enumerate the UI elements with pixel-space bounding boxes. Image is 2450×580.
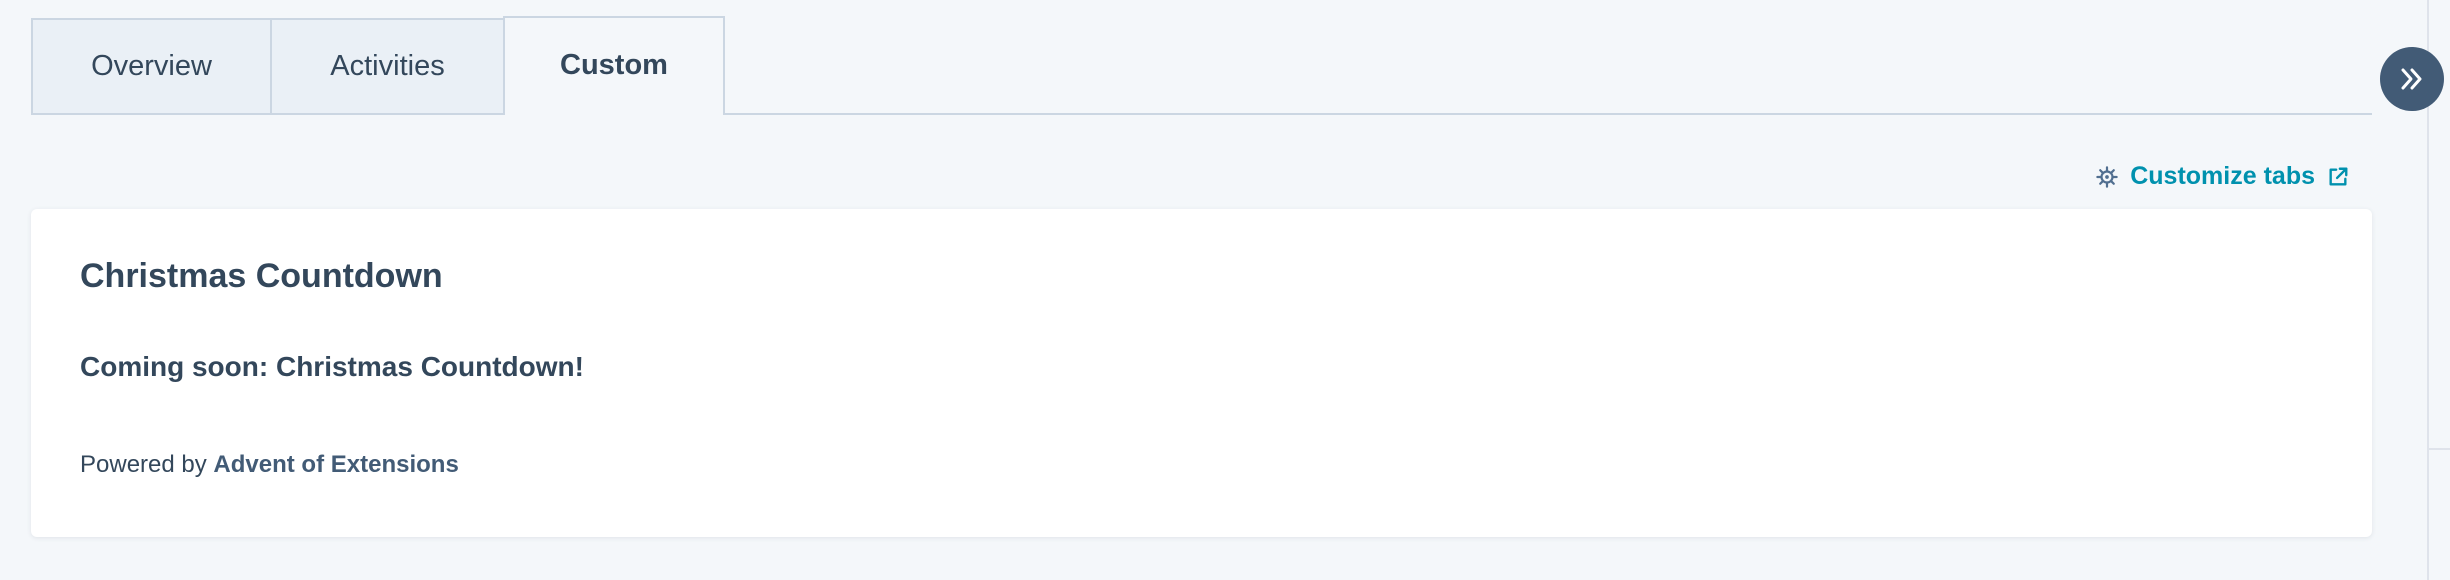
tab-overview-label: Overview [91, 50, 212, 82]
tab-activities-label: Activities [330, 50, 445, 82]
external-link-icon [2329, 167, 2348, 186]
gear-icon [2096, 165, 2118, 188]
sidebar-divider-horizontal [2429, 448, 2450, 450]
tab-underline [723, 113, 2372, 115]
custom-tab-card: Christmas Countdown Coming soon: Christm… [31, 209, 2372, 537]
tab-custom[interactable]: Custom [503, 16, 725, 115]
card-message: Coming soon: Christmas Countdown! [80, 351, 584, 382]
tab-overview[interactable]: Overview [31, 18, 272, 115]
record-tabs: Overview Activities Custom [31, 16, 725, 115]
card-footer: Powered by Advent of Extensions [80, 451, 459, 479]
customize-tabs-label: Customize tabs [2130, 162, 2315, 190]
advent-of-extensions-link[interactable]: Advent of Extensions [213, 451, 458, 478]
tab-custom-label: Custom [560, 49, 668, 81]
collapse-sidebar-button[interactable] [2380, 47, 2444, 111]
double-chevron-right-icon [2401, 68, 2422, 90]
powered-by-label: Powered by [80, 451, 207, 478]
customize-tabs-link[interactable]: Customize tabs [2096, 162, 2349, 191]
card-title: Christmas Countdown [80, 257, 443, 295]
tab-activities[interactable]: Activities [270, 18, 505, 115]
